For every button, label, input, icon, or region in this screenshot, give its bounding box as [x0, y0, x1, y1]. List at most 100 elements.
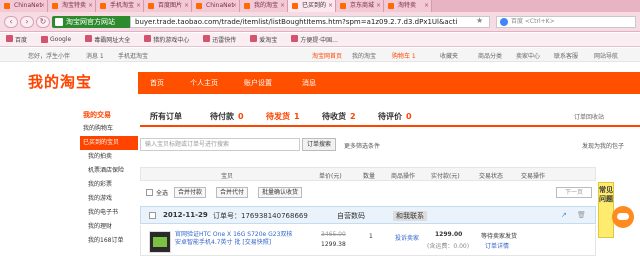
bookmark-item[interactable]: 毒霸网址大全 — [85, 35, 130, 44]
top-link-categories[interactable]: 商品分类 — [478, 51, 502, 60]
mascot-icon[interactable] — [612, 206, 634, 228]
sidebar-item-games[interactable]: 我的游戏 — [80, 192, 138, 206]
back-arrow-icon[interactable]: ‹ — [4, 16, 18, 28]
order-date: 2012-11-29 — [163, 211, 208, 219]
delete-icon[interactable]: 🗑 — [577, 211, 586, 219]
search-engine-icon — [500, 18, 508, 26]
mytaobao-logo[interactable]: 我的淘宝 — [28, 71, 92, 92]
browser-tab[interactable]: 淘特卖 × — [384, 0, 432, 12]
mobile-link[interactable]: 手机逛淘宝 — [118, 51, 148, 60]
browser-search-input[interactable]: 百度 <Ctrl+K> — [496, 16, 636, 28]
batch-confirm-button[interactable]: 批量确认收货 — [258, 187, 303, 198]
sidebar: 我的交易 我的购物车 已买到的宝贝 我的拍卖 机票酒店保险 我的彩票 我的游戏 … — [80, 108, 138, 248]
merge-proxy-pay-button[interactable]: 合并代付 — [216, 187, 249, 198]
close-icon[interactable]: × — [280, 0, 285, 12]
order-checkbox[interactable] — [149, 212, 156, 219]
recycle-bin-link[interactable]: 订单回收站 — [574, 112, 604, 121]
merge-pay-button[interactable]: 合并付款 — [174, 187, 207, 198]
bookmark-item[interactable]: Google — [41, 36, 71, 43]
order-header: 2012-11-29 订单号：176938140768669 自营数码 和我联系… — [140, 206, 596, 224]
sidebar-item-lottery[interactable]: 我的彩票 — [80, 178, 138, 192]
nav-home[interactable]: 首页 — [150, 78, 164, 88]
select-all-checkbox[interactable] — [146, 189, 153, 196]
message-link[interactable]: 消息 1 — [86, 51, 104, 60]
tab-to-review[interactable]: 待评价 0 — [378, 111, 412, 122]
browser-tab[interactable]: ChinaNet × — [192, 0, 240, 12]
url-input[interactable]: buyer.trade.taobao.com/trade/itemlist/li… — [130, 16, 490, 28]
col-qty: 数量 — [363, 173, 376, 180]
bookmark-item[interactable]: 爱淘宝 — [250, 35, 277, 44]
tab-all-orders[interactable]: 所有订单 — [150, 111, 182, 122]
close-icon[interactable]: × — [424, 0, 429, 12]
close-icon[interactable]: × — [88, 0, 93, 12]
contact-seller-button[interactable]: 和我联系 — [393, 211, 427, 221]
product-thumbnail[interactable] — [149, 231, 171, 253]
top-link-home[interactable]: 淘宝网首页 — [312, 51, 342, 60]
sidebar-item-travel[interactable]: 机票酒店保险 — [80, 164, 138, 178]
bookmark-item[interactable]: 猎豹游戏中心 — [144, 35, 189, 44]
sidebar-item-auction[interactable]: 我的拍卖 — [80, 150, 138, 164]
nav-messages[interactable]: 消息 — [302, 78, 316, 88]
nav-profile[interactable]: 个人主页 — [190, 78, 218, 88]
sidebar-item-bought[interactable]: 已买到的宝贝 — [80, 136, 138, 150]
sidebar-item-cart[interactable]: 我的购物车 — [80, 122, 138, 136]
top-link-seller[interactable]: 卖家中心 — [516, 51, 540, 60]
site-identity-badge[interactable]: 淘宝网官方网站 — [52, 16, 130, 28]
close-icon[interactable]: × — [328, 0, 333, 12]
close-icon[interactable]: × — [232, 0, 237, 12]
col-price: 单价(元) — [319, 173, 342, 180]
complain-seller-link[interactable]: 投诉卖家 — [395, 233, 419, 242]
col-trade-ops: 交易操作 — [521, 173, 546, 180]
close-icon[interactable]: × — [40, 0, 45, 12]
close-icon[interactable]: × — [136, 0, 141, 12]
share-icon[interactable]: ↗ — [561, 211, 567, 219]
tab-to-receive[interactable]: 待收货 2 — [322, 111, 356, 122]
order-search-button[interactable]: 订单搜索 — [302, 138, 336, 151]
refresh-icon[interactable]: ↻ — [36, 16, 50, 28]
sidebar-item-168[interactable]: 我的168订单 — [80, 234, 138, 248]
col-status: 交易状态 — [479, 173, 504, 180]
find-bun-link[interactable]: 发现为我的包子 — [582, 141, 624, 150]
top-link-sitemap[interactable]: 网站导航 — [594, 51, 618, 60]
browser-tab-active[interactable]: 已买到的 × — [288, 0, 336, 12]
bookmark-item[interactable]: 方便提·中国... — [291, 35, 338, 44]
order-search-input[interactable]: 输入宝贝标题或订单号进行搜索 — [140, 138, 300, 151]
browser-tab[interactable]: 手机淘宝 × — [96, 0, 144, 12]
browser-tab[interactable]: 我的淘宝 × — [240, 0, 288, 12]
nav-account[interactable]: 账户设置 — [244, 78, 272, 88]
browser-tab[interactable]: 淘宝特卖 × — [48, 0, 96, 12]
top-link-service[interactable]: 联系客服 — [554, 51, 578, 60]
order-number: 订单号：176938140768669 — [213, 212, 308, 220]
user-greeting[interactable]: 您好，浮生小伴 — [28, 51, 70, 60]
tab-to-ship[interactable]: 待发货 1 — [266, 111, 300, 122]
browser-tab[interactable]: ChinaNet × — [0, 0, 48, 12]
faq-tab[interactable]: 常见问题 — [598, 182, 614, 238]
sidebar-item-ebooks[interactable]: 我的电子书 — [80, 206, 138, 220]
page-header: 我的淘宝 首页 个人主页 账户设置 消息 — [0, 62, 640, 98]
tab-unpaid[interactable]: 待付款 0 — [210, 111, 244, 122]
top-link-cart[interactable]: 购物车 1 — [392, 51, 416, 60]
close-icon[interactable]: × — [184, 0, 189, 12]
bookmarks-bar: 百度 Google 毒霸网址大全 猎豹游戏中心 迅雷快传 爱淘宝 方便提·中国.… — [0, 33, 640, 47]
unit-price: 1299.38 — [321, 241, 346, 248]
order-detail-link[interactable]: 订单详情 — [485, 241, 509, 250]
lock-icon — [55, 18, 63, 26]
product-title-link[interactable]: 官网验证HTC One X 16G S720e G23双核安卓智能手机4.7英寸… — [175, 231, 295, 247]
star-icon[interactable]: ★ — [476, 16, 483, 25]
browser-tab[interactable]: 京东商城 × — [336, 0, 384, 12]
top-link-mytaobao[interactable]: 我的淘宝 — [352, 51, 376, 60]
shop-name[interactable]: 自营数码 — [337, 211, 365, 221]
more-filters-link[interactable]: 更多筛选条件 — [344, 141, 380, 150]
close-icon[interactable]: × — [376, 0, 381, 12]
next-page-button[interactable]: 下一页 — [556, 187, 592, 198]
bookmark-item[interactable]: 百度 — [6, 35, 27, 44]
col-paid: 实付款(元) — [431, 173, 460, 180]
top-link-favorites[interactable]: 收藏夹 — [440, 51, 458, 60]
sidebar-item-finance[interactable]: 我的理财 — [80, 220, 138, 234]
browser-tab-strip: ChinaNet × 淘宝特卖 × 手机淘宝 × 百度图片 × ChinaNet × 我的… — [0, 0, 640, 12]
browser-tab[interactable]: 百度图片 × — [144, 0, 192, 12]
quantity: 1 — [369, 233, 373, 240]
forward-arrow-icon[interactable]: › — [20, 16, 34, 28]
bookmark-item[interactable]: 迅雷快传 — [203, 35, 236, 44]
order-status: 等待卖家发货 — [481, 233, 518, 240]
